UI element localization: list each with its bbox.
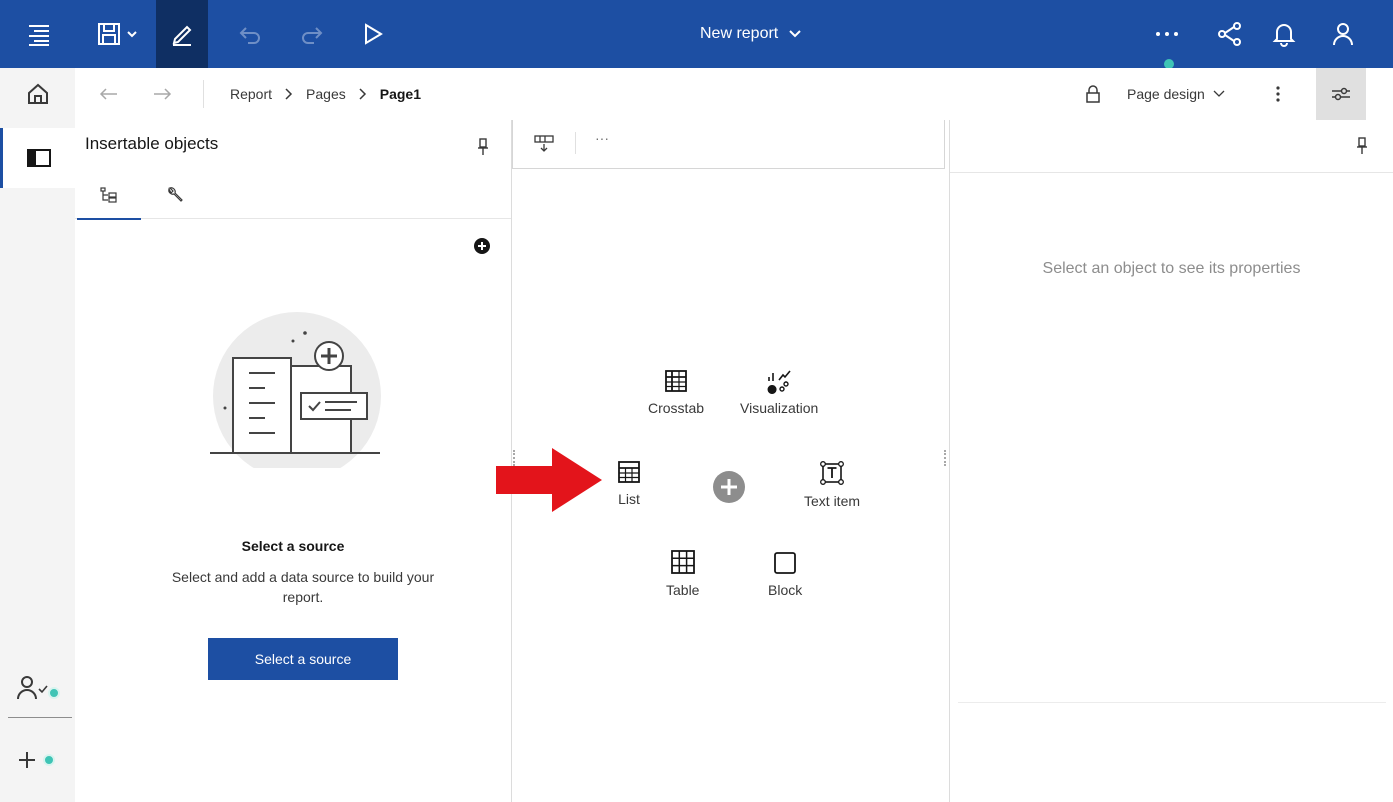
empty-state-description: Select and add a data source to build yo… [171,569,435,605]
table-label: Table [666,582,700,598]
forward-icon[interactable] [152,68,172,120]
tab-source[interactable] [77,172,141,220]
crosstab-icon [665,370,687,392]
text-item-label: Text item [804,493,861,509]
empty-state-illustration [205,308,385,468]
breadcrumb-pages[interactable]: Pages [306,86,346,102]
insertable-objects-panel: Insertable objects Select a source Selec… [75,120,512,802]
right-resize-handle[interactable] [944,450,948,466]
chevron-right-icon [285,88,293,100]
block-icon [774,552,797,574]
add-source-icon[interactable] [473,237,491,255]
report-title-menu[interactable]: New report [700,0,802,68]
breadcrumb-bar: Report Pages Page1 Page design [75,68,1393,121]
undo-icon[interactable] [228,0,272,68]
user-icon[interactable] [1318,0,1368,68]
panel-title: Insertable objects [85,134,219,153]
toolbox-insert-icon[interactable] [533,134,555,152]
divider [203,80,204,108]
save-menu-button[interactable] [88,0,150,68]
insert-crosstab[interactable]: Crosstab [648,368,704,416]
crosstab-label: Crosstab [648,400,705,416]
save-icon [98,23,137,45]
insert-table[interactable]: Table [666,548,699,598]
insert-block[interactable]: Block [768,550,802,598]
redo-icon[interactable] [290,0,334,68]
tab-toolbox[interactable] [143,172,207,218]
text-item-icon [820,461,844,485]
properties-empty-message: Select an object to see its properties [1042,260,1301,277]
block-label: Block [768,582,803,598]
list-icon [618,461,640,483]
wrench-icon [168,187,183,202]
menu-icon[interactable] [14,0,64,68]
properties-toggle-icon[interactable] [1316,68,1366,120]
user-settings-icon[interactable] [0,666,75,710]
report-title: New report [700,25,779,42]
add-icon[interactable] [0,740,75,780]
panel-toggle-icon[interactable] [0,128,75,188]
view-selector[interactable]: Page design [1127,68,1225,120]
properties-panel: Select an object to see its properties [950,120,1393,802]
notification-icon[interactable] [1262,0,1306,68]
rail-divider [8,717,72,718]
chevron-down-icon [789,30,801,38]
visualization-icon [767,370,791,394]
breadcrumb: Report Pages Page1 [230,68,421,120]
toolbar-more-icon[interactable]: ··· [595,130,609,146]
share-icon[interactable] [1208,0,1252,68]
overflow-menu-icon[interactable] [1275,68,1281,120]
pin-icon[interactable] [477,138,489,156]
properties-header [950,120,1393,173]
select-source-button[interactable]: Select a source [208,638,398,680]
run-icon[interactable] [350,0,394,68]
pin-icon[interactable] [1356,137,1368,155]
list-label: List [618,491,640,507]
visualization-label: Visualization [740,400,819,416]
empty-state-title: Select a source [241,538,345,554]
more-icon[interactable] [1145,0,1189,68]
divider [575,132,576,154]
lock-icon[interactable] [1085,68,1101,120]
data-tree-icon [100,187,117,203]
left-rail [0,68,76,802]
insert-text-item[interactable]: Text item [804,459,860,509]
view-selector-label: Page design [1127,86,1205,102]
insert-visualization[interactable]: Visualization [740,368,818,416]
add-object-icon[interactable] [712,470,746,504]
chevron-down-icon [1213,90,1225,97]
top-toolbar: New report [0,0,1393,69]
table-icon [670,550,695,574]
edit-icon[interactable] [156,0,208,68]
annotation-arrow [496,448,604,512]
chevron-right-icon [359,88,366,100]
back-icon[interactable] [99,68,119,120]
insert-list[interactable]: List [616,459,642,507]
home-icon[interactable] [0,68,75,120]
breadcrumb-page1: Page1 [379,86,421,102]
breadcrumb-report[interactable]: Report [230,86,272,102]
canvas-toolbar: ··· [512,120,945,169]
properties-divider [958,702,1386,703]
